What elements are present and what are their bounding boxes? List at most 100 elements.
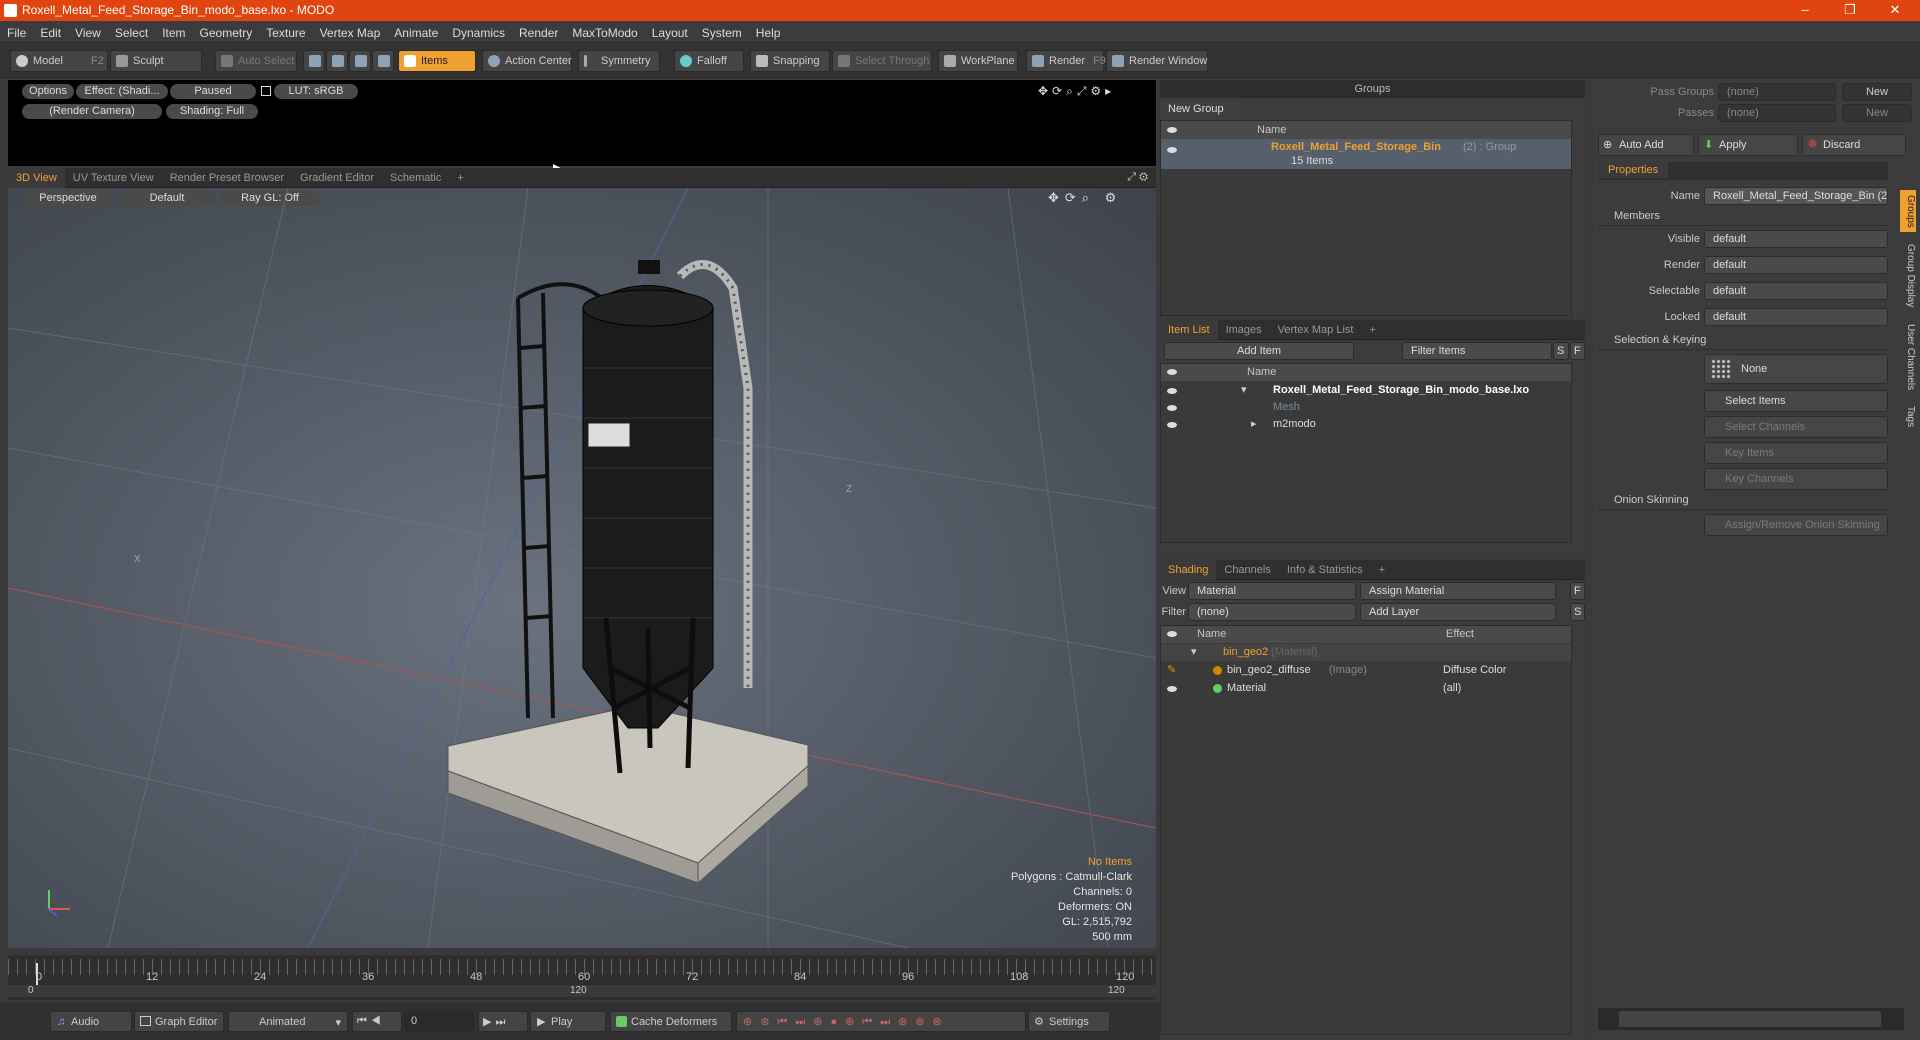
menu-system[interactable]: System: [695, 21, 749, 45]
selection-none-button[interactable]: None: [1704, 354, 1888, 384]
list-item[interactable]: Mesh: [1161, 399, 1571, 416]
chevron-down-icon[interactable]: ▾: [1191, 644, 1197, 661]
add-layer-dropdown[interactable]: Add Layer: [1360, 603, 1556, 621]
menu-vertex-map[interactable]: Vertex Map: [313, 21, 388, 45]
item-visibility-icon[interactable]: [1167, 422, 1177, 428]
group-name-input[interactable]: Roxell_Metal_Feed_Storage_Bin (2): [1704, 187, 1888, 205]
effect-dropdown[interactable]: (all): [1443, 680, 1461, 697]
group-row[interactable]: Roxell_Metal_Feed_Storage_Bin (2) : Grou…: [1161, 139, 1571, 169]
edges-mode-button[interactable]: [326, 50, 348, 72]
snapping-button[interactable]: Snapping: [750, 50, 830, 72]
timeline[interactable]: 0 12 24 36 48 60 72 84 96 108 120 0 120 …: [8, 955, 1156, 1000]
list-item[interactable]: ▾ Roxell_Metal_Feed_Storage_Bin_modo_base…: [1161, 382, 1571, 399]
command-input[interactable]: [1618, 1010, 1882, 1028]
viewport-tab-icons[interactable]: ⤢ ⚙: [1127, 171, 1148, 184]
members-section[interactable]: Members: [1598, 210, 1888, 226]
workplane-button[interactable]: WorkPlane: [938, 50, 1018, 72]
settings-button[interactable]: ⚙ Settings: [1028, 1011, 1110, 1032]
add-tab-button[interactable]: +: [449, 168, 471, 188]
onion-skinning-section[interactable]: Onion Skinning: [1598, 494, 1888, 510]
menu-dynamics[interactable]: Dynamics: [445, 21, 512, 45]
menu-render[interactable]: Render: [512, 21, 565, 45]
chevron-right-icon[interactable]: ▸: [1251, 416, 1257, 433]
menu-item[interactable]: Item: [155, 21, 192, 45]
item-list-f-button[interactable]: F: [1570, 342, 1585, 360]
side-tab-tags[interactable]: Tags: [1900, 400, 1916, 434]
skip-forward-buttons[interactable]: ▶⏭: [478, 1011, 528, 1032]
item-list-s-button[interactable]: S: [1553, 342, 1569, 360]
key-items-button[interactable]: Key Items: [1704, 442, 1888, 464]
materials-mode-button[interactable]: [372, 50, 394, 72]
tab-shading[interactable]: Shading: [1160, 560, 1217, 580]
select-items-button[interactable]: Select Items: [1704, 390, 1888, 412]
add-tab-button[interactable]: +: [1361, 320, 1383, 340]
tab-3d-view[interactable]: 3D View: [8, 168, 65, 188]
auto-select-button[interactable]: Auto Select: [215, 50, 297, 72]
add-item-dropdown[interactable]: Add Item: [1164, 342, 1354, 360]
shading-s-button[interactable]: S: [1570, 603, 1585, 621]
play-button[interactable]: ▶ Play: [530, 1011, 606, 1032]
tab-render-preset-browser[interactable]: Render Preset Browser: [162, 168, 292, 188]
close-icon[interactable]: ✕: [1880, 2, 1910, 18]
new-pass-button[interactable]: New: [1842, 104, 1912, 122]
shader-visibility-icon[interactable]: [1167, 686, 1177, 692]
filter-dropdown[interactable]: (none): [1188, 603, 1356, 621]
list-item[interactable]: ▸ m2modo: [1161, 416, 1571, 433]
menu-view[interactable]: View: [68, 21, 108, 45]
tab-uv-texture-view[interactable]: UV Texture View: [65, 168, 162, 188]
vertices-mode-button[interactable]: [303, 50, 325, 72]
lock-icon[interactable]: [261, 86, 271, 96]
tab-item-list[interactable]: Item List: [1160, 320, 1218, 340]
selectable-dropdown[interactable]: default: [1704, 282, 1888, 300]
apply-button[interactable]: ⬇ Apply: [1698, 134, 1798, 156]
minimize-icon[interactable]: –: [1790, 2, 1820, 18]
shader-row[interactable]: Material (all): [1161, 680, 1571, 697]
assign-onion-skinning-button[interactable]: Assign/Remove Onion Skinning: [1704, 514, 1888, 536]
locked-dropdown[interactable]: default: [1704, 308, 1888, 326]
render-dropdown[interactable]: default: [1704, 256, 1888, 274]
new-group-button[interactable]: New Group: [1160, 101, 1240, 119]
preview-shading-dropdown[interactable]: Shading: Full: [166, 104, 258, 119]
sculpt-button[interactable]: Sculpt: [110, 50, 202, 72]
graph-editor-button[interactable]: Graph Editor: [134, 1011, 224, 1032]
audio-button[interactable]: ♫ Audio: [50, 1011, 132, 1032]
tab-gradient-editor[interactable]: Gradient Editor: [292, 168, 382, 188]
action-center-button[interactable]: Action Center: [482, 50, 572, 72]
skip-back-buttons[interactable]: ⏮◀: [352, 1011, 402, 1032]
discard-button[interactable]: ⊗ Discard: [1802, 134, 1906, 156]
shader-row[interactable]: ✎ bin_geo2_diffuse (Image) Diffuse Color: [1161, 662, 1571, 679]
menu-texture[interactable]: Texture: [259, 21, 312, 45]
symmetry-button[interactable]: Symmetry: [578, 50, 660, 72]
frame-input[interactable]: 0: [404, 1011, 474, 1032]
side-tab-groups[interactable]: Groups: [1900, 190, 1916, 232]
menu-edit[interactable]: Edit: [33, 21, 68, 45]
polygons-mode-button[interactable]: [349, 50, 371, 72]
animated-dropdown[interactable]: Animated ▾: [228, 1011, 348, 1032]
effect-dropdown[interactable]: Diffuse Color: [1443, 662, 1506, 679]
item-visibility-icon[interactable]: [1167, 388, 1177, 394]
selection-keying-section[interactable]: Selection & Keying: [1598, 334, 1888, 350]
preview-camera-dropdown[interactable]: (Render Camera): [22, 104, 162, 119]
menu-file[interactable]: File: [0, 21, 33, 45]
model-button[interactable]: Model F2: [10, 50, 108, 72]
menu-help[interactable]: Help: [749, 21, 788, 45]
filter-items-input[interactable]: Filter Items: [1402, 342, 1552, 360]
side-tab-user-channels[interactable]: User Channels: [1900, 320, 1916, 394]
menu-select[interactable]: Select: [108, 21, 155, 45]
tab-images[interactable]: Images: [1218, 320, 1270, 340]
new-pass-group-button[interactable]: New: [1842, 83, 1912, 101]
3d-viewport[interactable]: Perspective Default Ray GL: Off ✥⟳⌕ ⚙ X …: [8, 188, 1156, 948]
preview-nav-icons[interactable]: ✥⟳⌕⤢⚙▸: [1038, 84, 1115, 99]
view-dropdown[interactable]: Material: [1188, 582, 1356, 600]
auto-add-button[interactable]: ⊕ Auto Add: [1598, 134, 1694, 156]
menu-maxtomodo[interactable]: MaxToModo: [565, 21, 644, 45]
tab-info-statistics[interactable]: Info & Statistics: [1279, 560, 1371, 580]
pass-groups-dropdown[interactable]: (none): [1718, 83, 1836, 101]
shader-row[interactable]: ▾ bin_geo2 (Material): [1161, 644, 1571, 661]
add-tab-button[interactable]: +: [1371, 560, 1393, 580]
tab-properties[interactable]: Properties: [1598, 162, 1669, 178]
falloff-button[interactable]: Falloff: [674, 50, 744, 72]
items-mode-button[interactable]: Items: [398, 50, 476, 72]
maximize-icon[interactable]: ❐: [1835, 2, 1865, 18]
tab-vertex-map-list[interactable]: Vertex Map List: [1270, 320, 1362, 340]
